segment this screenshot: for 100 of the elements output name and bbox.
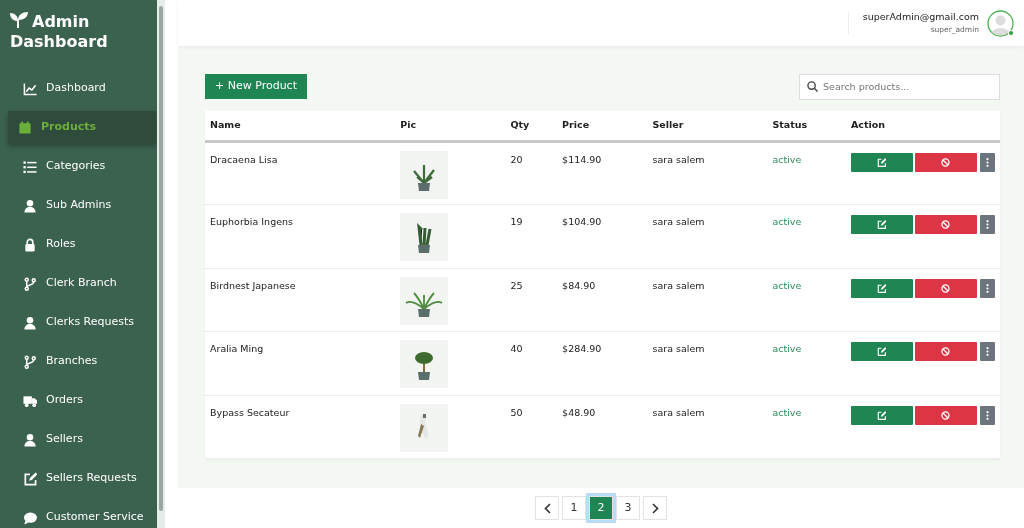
column-header: Status bbox=[772, 119, 808, 131]
edit-button[interactable] bbox=[850, 342, 913, 361]
edit-button[interactable] bbox=[850, 152, 913, 172]
sidebar-item[interactable]: Dashboard bbox=[8, 72, 156, 105]
edit-icon bbox=[877, 220, 887, 229]
chevron-left-icon bbox=[543, 502, 551, 514]
sidebar-item[interactable]: Sub Admins bbox=[8, 189, 156, 222]
edit-icon bbox=[877, 347, 887, 356]
ban-icon bbox=[941, 157, 951, 167]
more-button[interactable] bbox=[979, 342, 995, 361]
status: active bbox=[772, 279, 802, 291]
product-name: Aralia Ming bbox=[210, 343, 264, 354]
block-button[interactable] bbox=[914, 215, 977, 234]
list-icon bbox=[23, 159, 37, 174]
lock-icon bbox=[23, 237, 37, 252]
quantity: 40 bbox=[510, 343, 523, 354]
block-button[interactable] bbox=[914, 405, 977, 425]
branch-icon bbox=[23, 354, 37, 369]
price: $104.90 bbox=[562, 216, 602, 227]
price: $48.90 bbox=[562, 406, 596, 418]
ban-icon bbox=[941, 410, 951, 420]
more-button[interactable] bbox=[979, 278, 995, 298]
dots-icon bbox=[985, 220, 989, 229]
seller-name: sara salem bbox=[652, 216, 705, 227]
sidebar-item[interactable]: Sellers bbox=[8, 423, 156, 456]
dots-icon bbox=[985, 283, 989, 293]
calendar-icon bbox=[18, 120, 32, 135]
column-header: Seller bbox=[652, 119, 684, 131]
sidebar-item[interactable]: Branches bbox=[8, 345, 156, 378]
chart-icon bbox=[23, 81, 37, 96]
user-email: superAdmin@gmail.com bbox=[862, 12, 979, 23]
brand-title: Admin Dashboard bbox=[10, 12, 109, 52]
edit-button[interactable] bbox=[850, 278, 913, 298]
next-page-button[interactable] bbox=[643, 496, 667, 520]
column-header: Pic bbox=[400, 119, 417, 131]
sprout-icon bbox=[10, 12, 28, 28]
seller-name: sara salem bbox=[652, 279, 705, 291]
block-button[interactable] bbox=[914, 152, 977, 172]
ban-icon bbox=[941, 283, 951, 293]
price: $84.90 bbox=[562, 279, 596, 291]
quantity: 25 bbox=[510, 279, 523, 291]
column-header: Qty bbox=[510, 119, 530, 131]
user-icon bbox=[23, 198, 37, 213]
branch-icon bbox=[23, 276, 37, 291]
user-icon bbox=[23, 432, 37, 447]
ban-icon bbox=[941, 220, 951, 229]
edit-button[interactable] bbox=[850, 405, 913, 425]
page-button[interactable]: 2 bbox=[589, 496, 613, 520]
page-button[interactable]: 1 bbox=[562, 496, 586, 520]
new-product-button[interactable]: + New Product bbox=[205, 73, 307, 99]
dots-icon bbox=[985, 347, 989, 356]
status: active bbox=[772, 406, 802, 418]
more-button[interactable] bbox=[979, 405, 995, 425]
user-icon bbox=[23, 315, 37, 330]
sidebar-item[interactable]: Categories bbox=[8, 150, 156, 183]
seller-name: sara salem bbox=[652, 406, 705, 418]
column-header: Action bbox=[850, 119, 886, 131]
sidebar-item[interactable]: Roles bbox=[8, 228, 156, 261]
status: active bbox=[772, 216, 802, 227]
product-name: Dracaena Lisa bbox=[210, 153, 278, 165]
more-button[interactable] bbox=[979, 152, 995, 172]
sidebar-item[interactable]: Orders bbox=[8, 384, 156, 417]
edit-button[interactable] bbox=[850, 215, 913, 234]
sidebar-item[interactable]: Clerk Branch bbox=[8, 267, 156, 300]
product-name: Euphorbia Ingens bbox=[210, 216, 293, 227]
quantity: 50 bbox=[510, 406, 523, 418]
sidebar-item[interactable]: Products bbox=[8, 111, 156, 144]
dots-icon bbox=[985, 410, 989, 420]
block-button[interactable] bbox=[914, 342, 977, 361]
block-button[interactable] bbox=[914, 278, 977, 298]
status: active bbox=[772, 153, 802, 165]
search-icon bbox=[807, 80, 818, 92]
price: $284.90 bbox=[562, 343, 602, 354]
sidebar-item[interactable]: Customer Service bbox=[8, 501, 156, 528]
sidebar-item[interactable]: Clerks Requests bbox=[8, 306, 156, 339]
page-button[interactable]: 3 bbox=[616, 496, 640, 520]
edit-icon bbox=[877, 157, 887, 167]
edit-icon bbox=[23, 471, 37, 486]
price: $114.90 bbox=[562, 153, 602, 165]
edit-icon bbox=[877, 283, 887, 293]
truck-icon bbox=[23, 393, 37, 408]
product-name: Birdnest Japanese bbox=[210, 279, 296, 291]
ban-icon bbox=[941, 347, 951, 356]
search-field[interactable]: Search products... bbox=[799, 73, 1000, 100]
seller-name: sara salem bbox=[652, 153, 705, 165]
status: active bbox=[772, 343, 802, 354]
edit-icon bbox=[877, 410, 887, 420]
previous-page-button[interactable] bbox=[535, 496, 559, 520]
avatar-icon bbox=[987, 9, 1014, 37]
column-header: Price bbox=[562, 119, 590, 131]
column-header: Name bbox=[210, 119, 241, 131]
chevron-right-icon bbox=[651, 502, 659, 514]
dots-icon bbox=[985, 157, 989, 167]
more-button[interactable] bbox=[979, 215, 995, 234]
quantity: 19 bbox=[510, 216, 523, 227]
seller-name: sara salem bbox=[652, 343, 705, 354]
quantity: 20 bbox=[510, 153, 523, 165]
scrollbar[interactable] bbox=[157, 0, 165, 528]
product-name: Bypass Secateur bbox=[210, 406, 290, 418]
sidebar-item[interactable]: Sellers Requests bbox=[8, 462, 156, 495]
